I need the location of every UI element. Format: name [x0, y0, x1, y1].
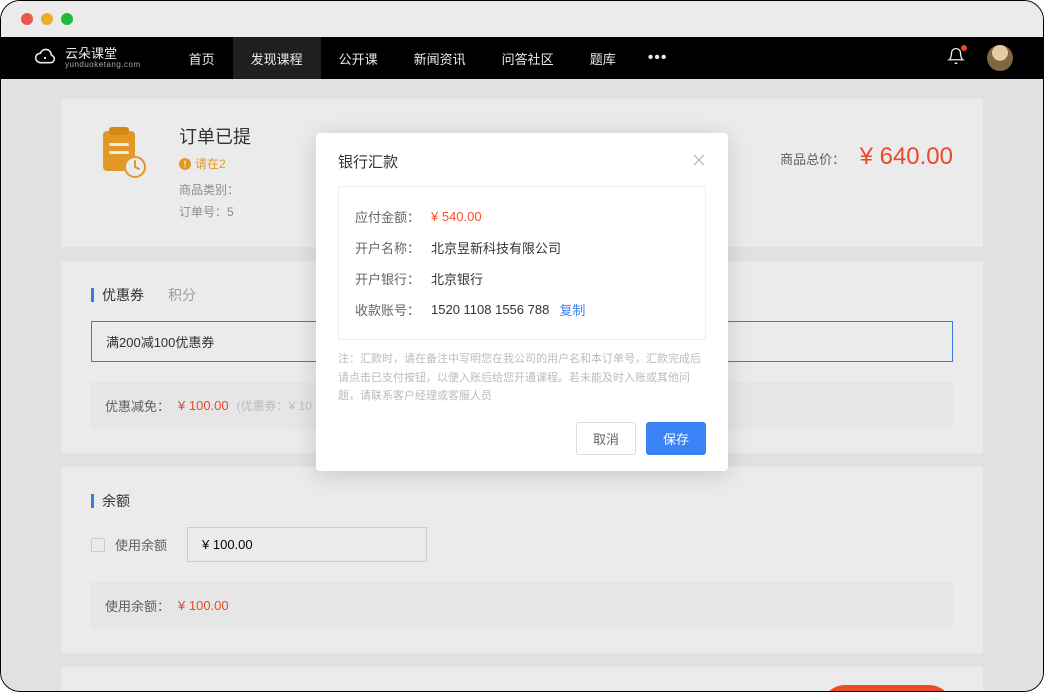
save-button[interactable]: 保存 — [646, 422, 706, 455]
account-no-value: 1520 1108 1556 788 — [431, 302, 549, 317]
bank-label: 开户银行： — [355, 269, 431, 288]
cancel-button[interactable]: 取消 — [576, 422, 636, 455]
copy-account-button[interactable]: 复制 — [559, 300, 585, 319]
modal-footer: 取消 保存 — [338, 422, 706, 455]
modal-title: 银行汇款 — [338, 151, 398, 172]
account-name-value: 北京昱新科技有限公司 — [431, 238, 561, 257]
account-name-label: 开户名称： — [355, 238, 431, 257]
bank-transfer-modal: 银行汇款 应付金额： ¥ 540.00 开户名称： 北京昱新科技有限公司 开户银… — [316, 133, 728, 471]
modal-body: 应付金额： ¥ 540.00 开户名称： 北京昱新科技有限公司 开户银行： 北京… — [338, 186, 706, 340]
modal-note: 注：汇款时，请在备注中写明您在我公司的用户名和本订单号，汇款完成后请点击已支付按… — [338, 350, 706, 406]
amount-label: 应付金额： — [355, 207, 431, 226]
close-icon — [692, 153, 706, 167]
amount-value: ¥ 540.00 — [431, 209, 482, 224]
bank-value: 北京银行 — [431, 269, 483, 288]
modal-overlay[interactable]: 银行汇款 应付金额： ¥ 540.00 开户名称： 北京昱新科技有限公司 开户银… — [1, 1, 1043, 691]
account-no-label: 收款账号： — [355, 300, 431, 319]
modal-close-button[interactable] — [692, 153, 706, 170]
app-window: 云朵课堂 yunduoketang.com 首页 发现课程 公开课 新闻资讯 问… — [0, 0, 1044, 692]
